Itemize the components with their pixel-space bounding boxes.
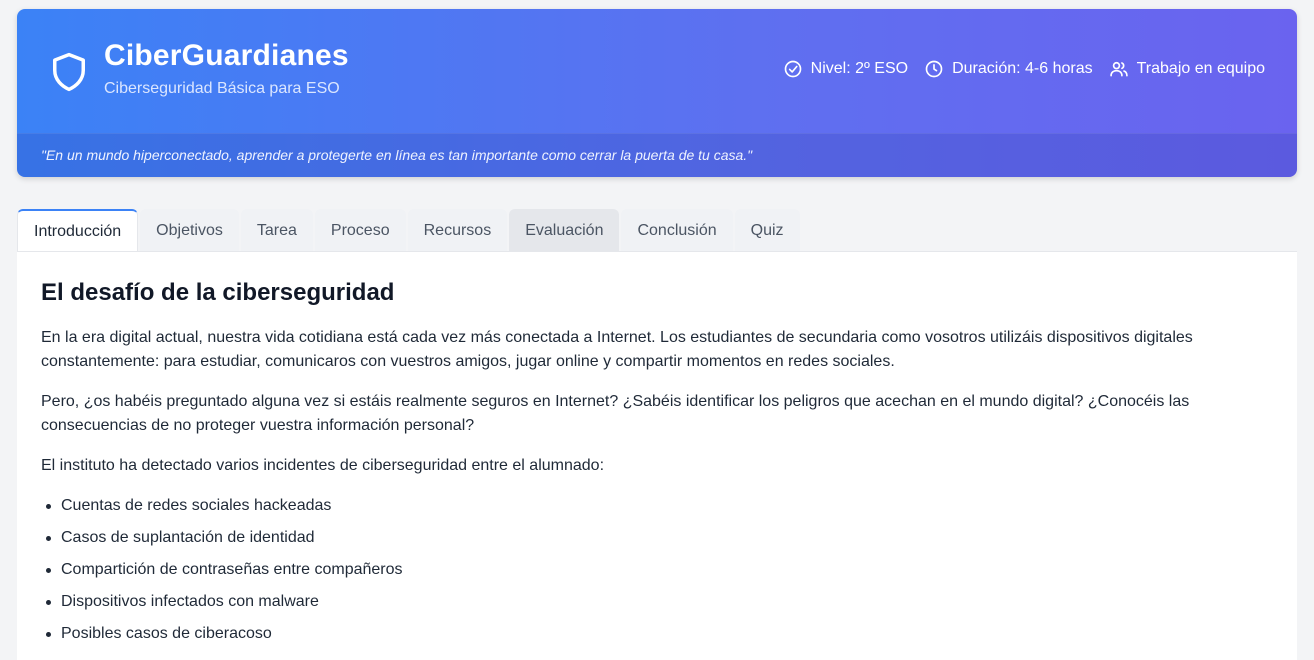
meta-duration: Duración: 4-6 horas [924, 59, 1093, 79]
tab-evaluacion[interactable]: Evaluación [509, 209, 620, 252]
incidents-list: Cuentas de redes sociales hackeadas Caso… [46, 494, 1273, 646]
check-circle-icon [784, 60, 801, 78]
tab-bar: Introducción Objetivos Tarea Proceso Rec… [17, 209, 800, 252]
app-title: CiberGuardianes [104, 39, 349, 72]
meta-level: Nivel: 2º ESO [783, 59, 908, 79]
users-icon [1109, 61, 1128, 77]
quote-bar: "En un mundo hiperconectado, aprender a … [17, 133, 1297, 177]
tab-proceso[interactable]: Proceso [314, 209, 406, 252]
list-item: Cuentas de redes sociales hackeadas [46, 494, 1273, 518]
header-quote: "En un mundo hiperconectado, aprender a … [41, 147, 753, 163]
meta-teamwork-label: Trabajo en equipo [1136, 60, 1265, 77]
list-item: Posibles casos de ciberacoso [46, 622, 1273, 646]
section-heading: El desafío de la ciberseguridad [41, 279, 395, 306]
tab-introduccion[interactable]: Introducción [17, 209, 139, 252]
shield-icon [53, 52, 85, 92]
meta-teamwork: Trabajo en equipo [1109, 59, 1265, 79]
list-item: Dispositivos infectados con malware [46, 590, 1273, 614]
list-item: Casos de suplantación de identidad [46, 526, 1273, 550]
meta-level-label: Nivel: 2º ESO [810, 60, 909, 77]
tab-recursos[interactable]: Recursos [407, 209, 508, 252]
incidents-intro-paragraph: El instituto ha detectado varios inciden… [41, 457, 605, 474]
tab-tarea[interactable]: Tarea [240, 209, 313, 252]
tab-quiz[interactable]: Quiz [734, 209, 800, 252]
course-meta: Nivel: 2º ESO Duración: 4-6 horas Trabaj… [783, 59, 1265, 79]
header-top: CiberGuardianes Ciberseguridad Básica pa… [17, 9, 1297, 133]
tab-conclusion[interactable]: Conclusión [621, 209, 733, 252]
question-paragraph: Pero, ¿os habéis preguntado alguna vez s… [41, 393, 1190, 434]
app-subtitle: Ciberseguridad Básica para ESO [104, 80, 340, 97]
meta-duration-label: Duración: 4-6 horas [952, 60, 1093, 77]
tab-objetivos[interactable]: Objetivos [140, 209, 239, 252]
header-banner: CiberGuardianes Ciberseguridad Básica pa… [17, 9, 1297, 177]
tab-content-panel: El desafío de la ciberseguridad En la er… [17, 251, 1297, 660]
intro-paragraph: En la era digital actual, nuestra vida c… [41, 329, 1193, 370]
list-item: Compartición de contraseñas entre compañ… [46, 558, 1273, 582]
clock-icon [925, 60, 943, 78]
